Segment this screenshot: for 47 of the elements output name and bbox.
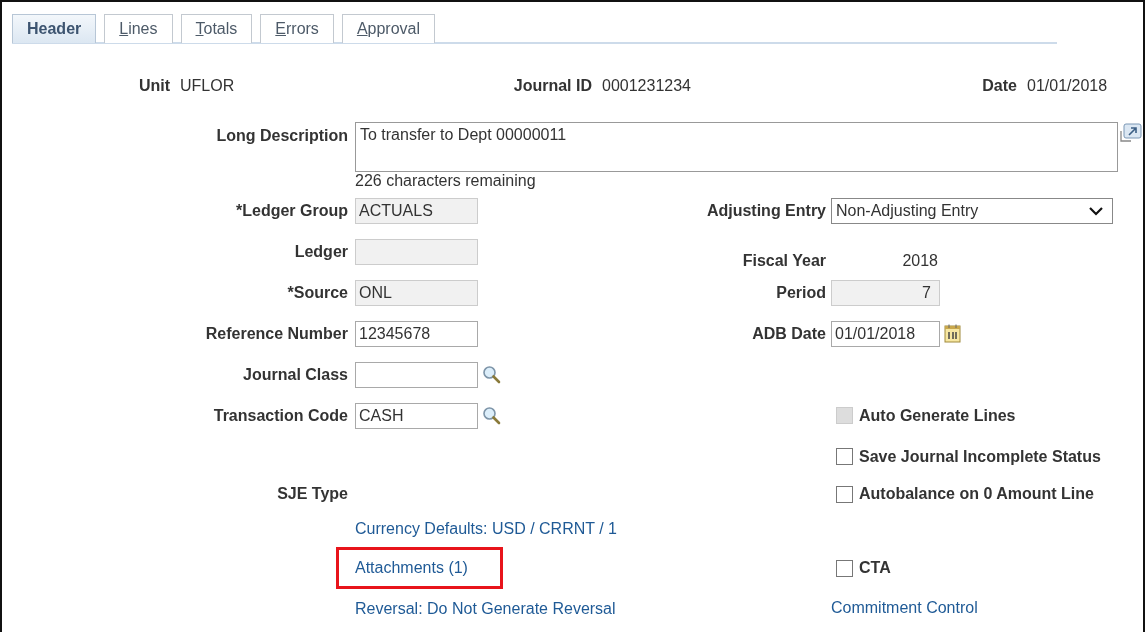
checkbox-label: Autobalance on 0 Amount Line [859, 485, 1094, 503]
checkbox-label: CTA [859, 559, 891, 577]
dropdown[interactable]: Non-Adjusting Entry [831, 197, 1113, 224]
field-label: Date [981, 77, 1017, 95]
input-field[interactable]: 12345678 [355, 320, 478, 347]
tab[interactable]: Totals [180, 14, 253, 43]
link[interactable]: Attachments (1) [355, 559, 468, 576]
field-label: ADB Date [751, 324, 827, 343]
expand-icon[interactable] [1120, 123, 1142, 143]
input-field[interactable]: CASH [355, 402, 478, 429]
field-label: Journal Class [242, 365, 349, 384]
tab[interactable]: Lines [104, 14, 173, 43]
checkbox[interactable] [836, 559, 853, 577]
input-field[interactable]: 01/01/2018 [831, 320, 940, 347]
checkbox-label: Save Journal Incomplete Status [859, 447, 1101, 466]
field-value: 01/01/2018 [1026, 77, 1109, 95]
tab[interactable]: Approval [341, 14, 436, 43]
field-label: Long Description [215, 126, 349, 146]
field-label: Transaction Code [212, 406, 349, 425]
field-label: Reference Number [204, 324, 349, 343]
search-icon[interactable] [482, 406, 501, 425]
tab[interactable]: Header [12, 14, 97, 43]
field-label: *Ledger Group [235, 201, 349, 220]
link[interactable]: Commitment Control [831, 599, 978, 617]
text-area[interactable]: To transfer to Dept 00000011 [355, 122, 1118, 172]
character-counter: 226 characters remaining [355, 172, 536, 189]
field-label: Unit [137, 77, 170, 95]
field-label: Ledger [293, 242, 349, 261]
field-value: 2018 [901, 250, 938, 270]
link[interactable]: Currency Defaults: USD / CRRNT / 1 [355, 520, 617, 538]
field-label: Fiscal Year [741, 250, 827, 270]
input-field[interactable] [355, 361, 478, 388]
field-value: UFLOR [179, 77, 236, 95]
field-label: Journal ID [512, 77, 592, 95]
checkbox[interactable] [836, 485, 853, 503]
field-label: SJE Type [276, 485, 349, 503]
field-value: 0001231234 [601, 77, 692, 95]
tab[interactable]: Errors [260, 14, 334, 43]
chevron-icon [1088, 205, 1104, 216]
link[interactable]: Reversal: Do Not Generate Reversal [355, 600, 616, 618]
search-icon[interactable] [482, 365, 501, 384]
field-label: Period [775, 283, 827, 302]
checkbox-label: Auto Generate Lines [859, 406, 1016, 425]
calendar-icon[interactable] [944, 324, 961, 343]
field-label: *Source [286, 283, 349, 302]
field-label: Adjusting Entry [705, 201, 827, 220]
checkbox[interactable] [836, 448, 853, 465]
